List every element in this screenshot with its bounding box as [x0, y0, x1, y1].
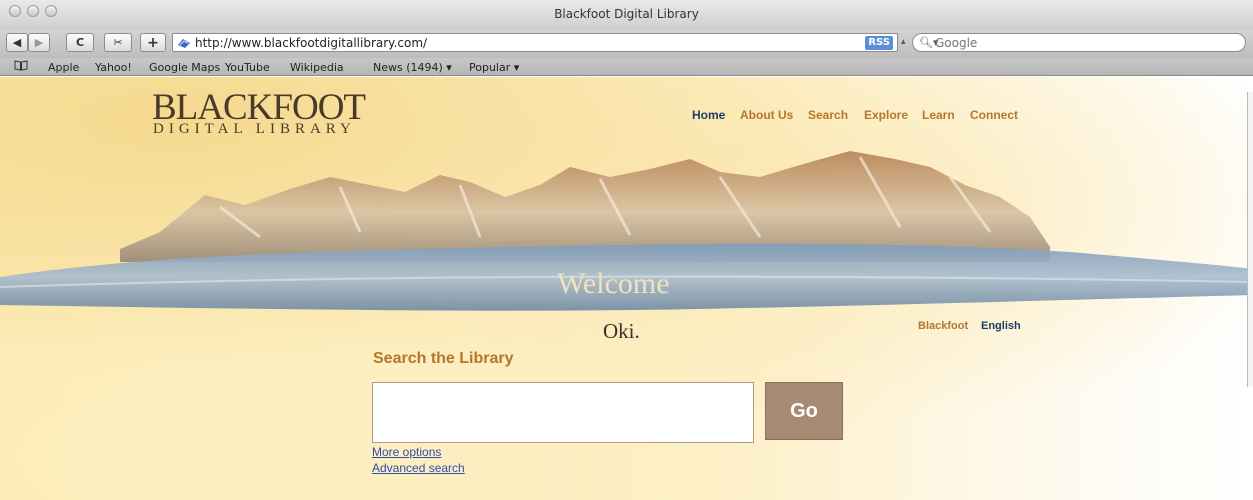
forward-arrow-icon: ▶ [34, 36, 44, 49]
advanced-search-link[interactable]: Advanced search [372, 461, 465, 475]
bookmark-news-folder[interactable]: News (1494) ▾ [373, 61, 452, 74]
bookmark-apple[interactable]: Apple [48, 61, 79, 74]
address-bar-url: http://www.blackfootdigitallibrary.com/ [195, 36, 428, 50]
bookmark-wikipedia[interactable]: Wikipedia [290, 61, 344, 74]
add-bookmark-button[interactable]: + [140, 33, 166, 52]
language-english-link[interactable]: English [981, 320, 1021, 332]
go-button[interactable]: Go [765, 382, 843, 440]
back-arrow-icon: ◀ [12, 36, 22, 49]
reload-icon: C [75, 36, 85, 49]
snapback-button[interactable]: ✂ [104, 33, 132, 52]
page-scrollbar[interactable] [1247, 92, 1253, 387]
welcome-heading: Welcome [557, 267, 670, 300]
nav-connect[interactable]: Connect [970, 108, 1018, 122]
library-search-input[interactable] [372, 382, 754, 443]
window-titlebar: Blackfoot Digital Library [0, 0, 1253, 30]
plus-icon: + [147, 34, 159, 51]
rss-button[interactable]: RSS [865, 36, 893, 50]
browser-toolbar: ◀ ▶ C ✂ + http://www.blackfootdigitallib… [0, 30, 1253, 58]
open-book-icon[interactable] [14, 60, 28, 71]
greeting-text: Oki. [603, 319, 640, 343]
more-options-link[interactable]: More options [372, 445, 441, 459]
snapback-icon: ✂ [113, 36, 123, 49]
window-title: Blackfoot Digital Library [554, 7, 699, 21]
bookmark-google-maps[interactable]: Google Maps [149, 61, 220, 74]
rss-menu-arrow-icon[interactable]: ▴ [901, 36, 906, 47]
reload-button[interactable]: C [66, 33, 94, 52]
back-button[interactable]: ◀ [6, 33, 28, 52]
site-favicon-icon [178, 39, 190, 48]
bookmark-youtube[interactable]: YouTube [225, 61, 270, 74]
nav-explore[interactable]: Explore [864, 108, 908, 122]
google-search-input[interactable] [935, 35, 1235, 50]
nav-home[interactable]: Home [692, 108, 725, 122]
bookmarks-bar: Apple Yahoo! Google Maps YouTube Wikiped… [0, 58, 1253, 76]
address-bar[interactable]: http://www.blackfootdigitallibrary.com/ … [172, 33, 898, 52]
search-library-heading: Search the Library [373, 350, 514, 367]
nav-about-us[interactable]: About Us [740, 108, 793, 122]
nav-search[interactable]: Search [808, 108, 848, 122]
language-blackfoot-link[interactable]: Blackfoot [918, 320, 968, 332]
bookmark-yahoo[interactable]: Yahoo! [95, 61, 132, 74]
site-logo-subtitle: DIGITAL LIBRARY [153, 121, 356, 137]
nav-learn[interactable]: Learn [922, 108, 955, 122]
bookmark-popular-folder[interactable]: Popular ▾ [469, 61, 519, 74]
google-search-box[interactable]: 🔍︎▾ [912, 33, 1246, 52]
web-page: BLACKFOOT DIGITAL LIBRARY Home About Us … [0, 77, 1253, 500]
forward-button[interactable]: ▶ [28, 33, 50, 52]
